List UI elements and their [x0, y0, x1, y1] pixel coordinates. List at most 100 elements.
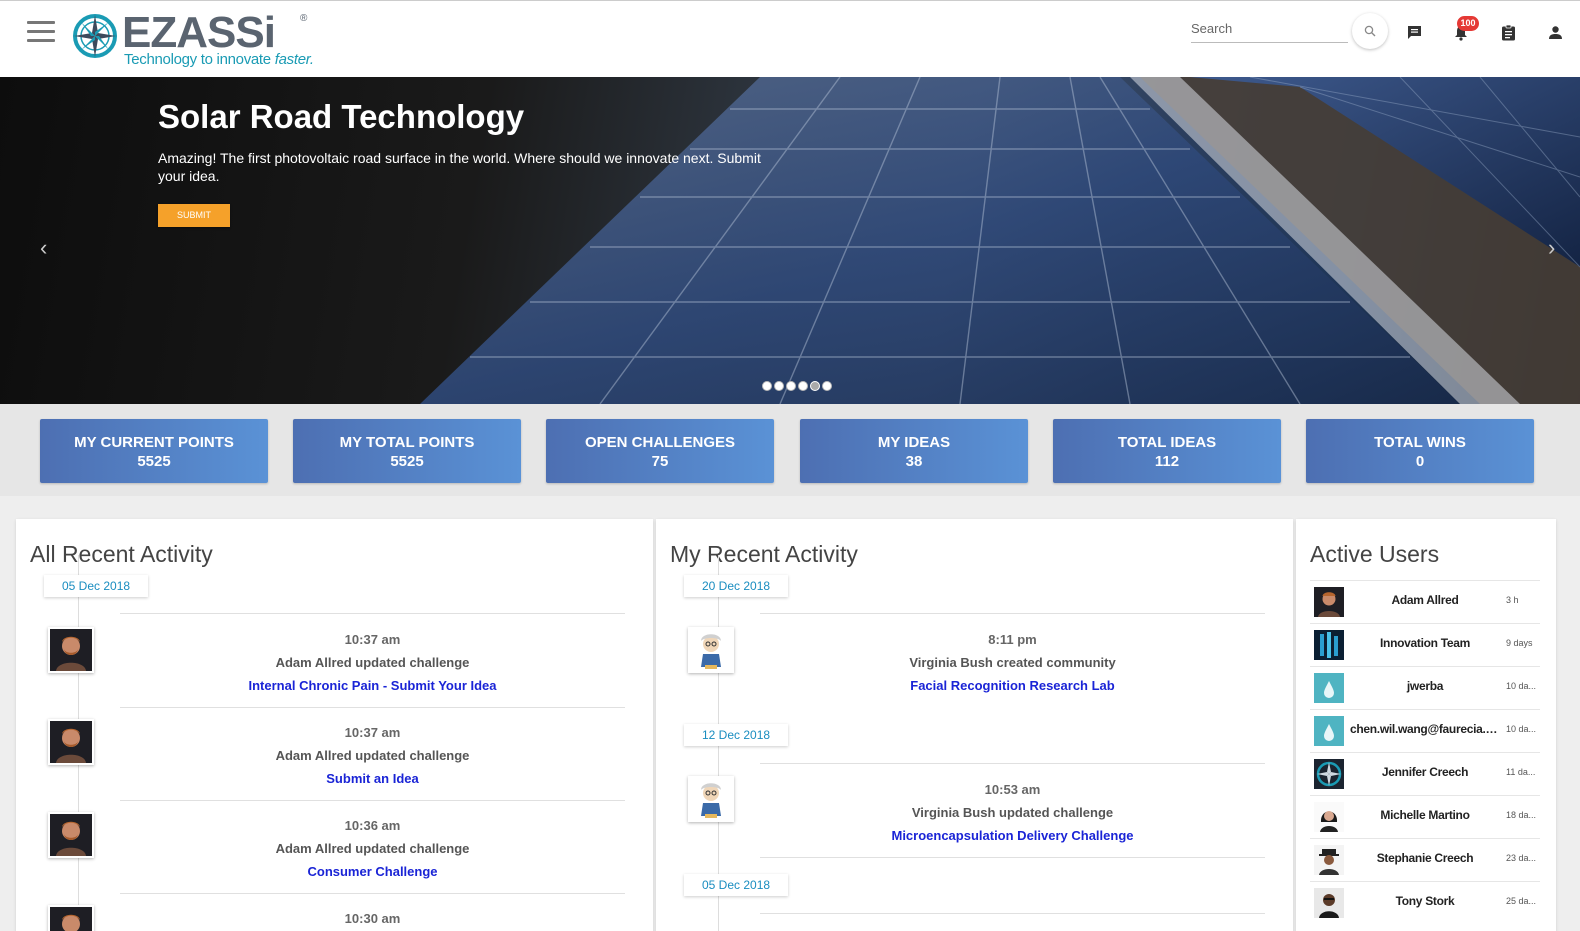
user-name: Innovation Team — [1380, 636, 1470, 650]
entry-link[interactable]: Microencapsulation Delivery Challenge — [760, 824, 1265, 847]
logo[interactable]: EZASSi ® Technology to innovate faster. — [72, 9, 322, 71]
user-row-innovation-team[interactable]: Innovation Team 9 days — [1310, 623, 1540, 666]
avatar — [1314, 587, 1344, 617]
activity-entry: 10:37 am Adam Allred updated challenge S… — [120, 721, 625, 790]
messages-button[interactable] — [1403, 21, 1425, 43]
user-row-michelle-martino[interactable]: Michelle Martino 18 da... — [1310, 795, 1540, 838]
stat-value: 0 — [1415, 453, 1425, 470]
tasks-button[interactable] — [1497, 21, 1519, 43]
carousel-dot-active[interactable] — [810, 381, 820, 391]
carousel-dot[interactable] — [786, 381, 796, 391]
user-name: Stephanie Creech — [1376, 851, 1474, 865]
stat-label: MY IDEAS — [877, 434, 951, 451]
entry-time: 10:53 am — [984, 782, 1041, 797]
user-row-tony-stork[interactable]: Tony Stork 25 da... — [1310, 881, 1540, 924]
my-recent-activity-panel: My Recent Activity 20 Dec 2018 8:11 pm V… — [656, 519, 1293, 931]
user-name: jwerba — [1406, 679, 1444, 693]
entry-time: 8:11 pm — [988, 632, 1037, 647]
clipboard-icon — [1501, 24, 1515, 40]
avatar — [1314, 759, 1344, 789]
timeline-date: 05 Dec 2018 — [44, 575, 149, 597]
stat-value: 75 — [651, 453, 669, 470]
active-users-panel: Active Users Adam Allred 3 h Innovation … — [1296, 519, 1556, 931]
activity-entry: 10:53 am Virginia Bush updated challenge… — [760, 778, 1265, 847]
stat-value: 112 — [1154, 453, 1180, 470]
activity-entry: 8:11 pm Virginia Bush created community … — [760, 628, 1265, 697]
search-input[interactable] — [1191, 15, 1348, 41]
entry-description: Adam Allred updated challenge — [275, 841, 470, 856]
stat-label: MY TOTAL POINTS — [339, 434, 475, 451]
avatar[interactable] — [688, 627, 734, 673]
stat-total-wins[interactable]: TOTAL WINS 0 — [1306, 419, 1534, 483]
entry-description: Virginia Bush created community — [909, 655, 1116, 670]
entry-link[interactable]: Consumer Challenge — [120, 860, 625, 883]
stat-label: OPEN CHALLENGES — [584, 434, 735, 451]
activity-entry: 10:37 am Adam Allred updated challenge I… — [120, 628, 625, 697]
panel-title: All Recent Activity — [30, 541, 213, 567]
stat-label: TOTAL IDEAS — [1117, 434, 1217, 451]
entry-time: 10:37 am — [344, 632, 401, 647]
stat-open-challenges[interactable]: OPEN CHALLENGES 75 — [546, 419, 774, 483]
entry-link[interactable]: Internal Chronic Pain - Submit Your Idea — [120, 674, 625, 697]
timeline-date: 20 Dec 2018 — [684, 575, 789, 597]
avatar[interactable] — [48, 905, 94, 931]
logo-registered-mark: ® — [300, 13, 308, 24]
carousel-dot[interactable] — [762, 381, 772, 391]
entry-link[interactable]: Submit an Idea — [120, 767, 625, 790]
user-row-chen-wang[interactable]: chen.wil.wang@faurecia.c... 10 da... — [1310, 709, 1540, 752]
user-row-stephanie-creech[interactable]: Stephanie Creech 23 da... — [1310, 838, 1540, 881]
stats-bar: MY CURRENT POINTS 5525 MY TOTAL POINTS 5… — [0, 404, 1580, 496]
stat-total-ideas[interactable]: TOTAL IDEAS 112 — [1053, 419, 1281, 483]
stat-value: 5525 — [390, 453, 424, 470]
stat-label: MY CURRENT POINTS — [74, 434, 234, 451]
user-last-seen: 18 da... — [1506, 810, 1537, 820]
avatar[interactable] — [48, 812, 94, 858]
user-row-adam-allred[interactable]: Adam Allred 3 h — [1310, 580, 1540, 623]
user-name: chen.wil.wang@faurecia.c... — [1350, 722, 1500, 736]
user-photo-icon — [50, 814, 92, 856]
avatar[interactable] — [688, 776, 734, 822]
entry-time: 10:37 am — [344, 725, 401, 740]
carousel-indicators — [762, 381, 832, 391]
panel-title: My Recent Activity — [670, 541, 858, 567]
timeline-date: 05 Dec 2018 — [684, 874, 789, 896]
user-name: Jennifer Creech — [1381, 765, 1469, 779]
tagline-emphasis: faster. — [274, 51, 314, 68]
stat-value: 5525 — [137, 453, 171, 470]
user-last-seen: 9 days — [1506, 638, 1533, 648]
user-last-seen: 3 h — [1506, 595, 1519, 605]
carousel-dot[interactable] — [798, 381, 808, 391]
divider — [760, 763, 1265, 764]
stat-current-points[interactable]: MY CURRENT POINTS 5525 — [40, 419, 268, 483]
avatar — [1314, 845, 1344, 875]
user-row-jwerba[interactable]: jwerba 10 da... — [1310, 666, 1540, 709]
hero-submit-button[interactable]: SUBMIT — [158, 204, 230, 227]
divider — [760, 613, 1265, 614]
all-recent-activity-panel: All Recent Activity 05 Dec 2018 10:37 am… — [16, 519, 653, 931]
stat-my-ideas[interactable]: MY IDEAS 38 — [800, 419, 1028, 483]
entry-link[interactable]: Facial Recognition Research Lab — [760, 674, 1265, 697]
carousel-dot[interactable] — [822, 381, 832, 391]
carousel-dot[interactable] — [774, 381, 784, 391]
user-name: Adam Allred — [1391, 593, 1459, 607]
entry-description: Virginia Bush updated challenge — [911, 805, 1114, 820]
user-last-seen: 10 da... — [1506, 681, 1537, 691]
divider — [120, 707, 625, 708]
tagline-prefix: Technology to innovate — [124, 51, 275, 68]
menu-icon[interactable] — [27, 21, 55, 43]
stat-total-points[interactable]: MY TOTAL POINTS 5525 — [293, 419, 521, 483]
chat-icon — [1407, 25, 1421, 39]
user-row-jennifer-creech[interactable]: Jennifer Creech 11 da... — [1310, 752, 1540, 795]
notification-count-badge: 100 — [1457, 16, 1479, 31]
divider — [120, 800, 625, 801]
profile-button[interactable] — [1544, 21, 1566, 43]
search-button[interactable] — [1352, 13, 1388, 49]
carousel-prev-icon[interactable]: ‹ — [40, 235, 47, 261]
divider — [120, 613, 625, 614]
avatar[interactable] — [48, 719, 94, 765]
carousel-next-icon[interactable]: › — [1548, 235, 1555, 261]
avatar — [1314, 888, 1344, 918]
top-header: EZASSi ® Technology to innovate faster. … — [0, 0, 1580, 77]
avatar[interactable] — [48, 627, 94, 673]
entry-time: 10:36 am — [344, 818, 401, 833]
